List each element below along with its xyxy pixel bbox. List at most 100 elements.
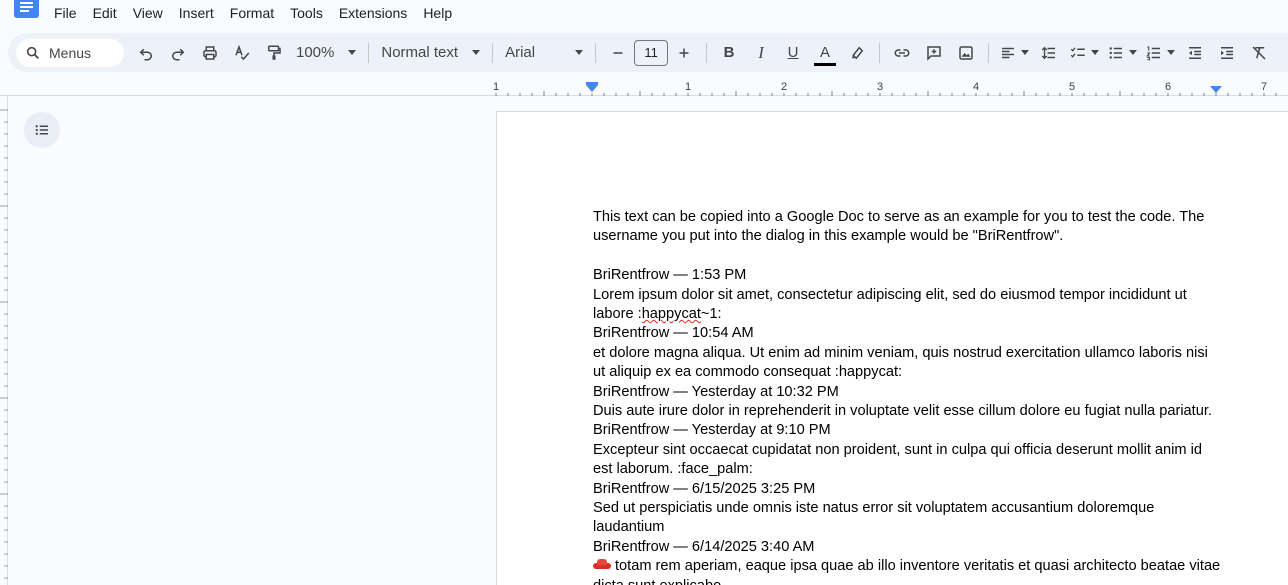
menu-extensions[interactable]: Extensions [331,0,415,26]
docs-logo[interactable] [14,0,39,18]
message-header: BriRentfrow — 10:54 AM [593,325,754,342]
horizontal-ruler[interactable]: 1 1 2 3 4 5 6 7 [0,78,1288,96]
underline-button[interactable]: U [777,39,809,67]
menu-tools[interactable]: Tools [282,0,331,26]
ruler-label: 3 [877,81,883,93]
italic-button[interactable]: I [745,39,777,67]
paint-format-icon [268,45,281,60]
outline-list-icon [35,125,48,135]
right-indent-marker[interactable] [1210,86,1222,93]
toolbar-divider [492,42,494,63]
toolbar-divider [368,42,370,63]
increase-font-size-button[interactable] [668,39,700,67]
bold-button[interactable]: B [713,39,745,67]
ruler-label: 2 [781,81,787,93]
message-header: BriRentfrow — 6/14/2025 3:40 AM [593,538,815,555]
undo-icon [139,48,152,60]
font-size-input[interactable]: 11 [634,39,669,66]
car-emoji-icon [593,559,611,571]
add-comment-icon [927,45,941,61]
clear-formatting-icon [1252,45,1266,60]
message-body: Duis aute irure dolor in reprehenderit i… [593,403,1212,420]
toolbar-divider [879,42,881,63]
message-body: totam rem aperiam, eaque ipsa quae ab il… [593,557,1223,585]
menu-format[interactable]: Format [222,0,282,26]
ruler-label: 1 [685,81,691,93]
style-value: Normal text [381,44,459,61]
toolbar: Menus 100% Normal text Arial 11 B I U A [8,33,1288,72]
message-body: et dolore magna aliqua. Ut enim ad minim… [593,344,1212,381]
style-select[interactable]: Normal text [375,39,486,67]
insert-image-button[interactable] [950,39,982,67]
plus-icon [679,48,689,57]
message-header: BriRentfrow — Yesterday at 9:10 PM [593,422,831,439]
doc-paragraph: This text can be copied into a Google Do… [593,209,1209,245]
checklist-button[interactable] [1065,39,1103,67]
ruler-ticks: 1 1 2 3 4 5 6 7 [493,81,1277,96]
chevron-down-icon [1021,50,1030,55]
misspelled-word: happycat [641,306,701,323]
document-body[interactable]: This text can be copied into a Google Do… [593,208,1223,585]
paint-format-button[interactable] [258,39,290,67]
message-header: BriRentfrow — 6/15/2025 3:25 PM [593,480,816,497]
align-button[interactable] [995,39,1033,67]
vertical-ruler[interactable] [0,96,8,585]
chevron-down-icon [348,50,357,55]
message-body: Sed ut perspiciatis unde omnis iste natu… [593,500,1159,536]
document-page[interactable]: This text can be copied into a Google Do… [496,111,1288,585]
line-spacing-button[interactable] [1033,39,1065,67]
insert-link-button[interactable] [886,39,918,67]
redo-button[interactable] [162,39,194,67]
bulleted-list-icon [1109,46,1123,59]
menu-view[interactable]: View [125,0,171,26]
vertical-ruler-ticks [0,109,8,579]
bulleted-list-button[interactable] [1103,39,1141,67]
increase-indent-icon [1221,46,1234,59]
left-indent-marker[interactable] [586,85,598,92]
message-text: totam rem aperiam, eaque ipsa quae ab il… [593,558,1221,585]
document-outline-button[interactable] [24,112,60,148]
redo-icon [172,48,185,60]
increase-indent-button[interactable] [1211,39,1243,67]
search-menus[interactable]: Menus [16,38,124,67]
link-icon [894,48,910,57]
chevron-down-icon [472,50,481,55]
chevron-down-icon [1167,50,1176,55]
font-select[interactable]: Arial [499,39,589,67]
decrease-indent-button[interactable] [1179,39,1211,67]
spellcheck-button[interactable] [226,39,258,67]
numbered-list-button[interactable] [1141,39,1179,67]
print-button[interactable] [194,39,226,67]
zoom-select[interactable]: 100% [290,39,362,67]
highlight-color-button[interactable] [841,39,873,67]
chevron-down-icon [1091,50,1100,55]
menu-edit[interactable]: Edit [85,0,125,26]
toolbar-divider [706,42,708,63]
menu-help[interactable]: Help [415,0,460,26]
decrease-indent-icon [1189,46,1202,59]
search-icon [26,46,39,59]
ruler-label: 7 [1261,81,1267,93]
undo-button[interactable] [130,39,162,67]
message-header: BriRentfrow — 1:53 PM [593,267,747,284]
chevron-down-icon [1129,50,1138,55]
clear-formatting-button[interactable] [1243,39,1275,67]
align-left-icon [1002,47,1015,58]
checklist-icon [1070,46,1085,58]
message-body: Lorem ipsum dolor sit amet, consectetur … [593,286,1223,325]
decrease-font-size-button[interactable] [602,39,634,67]
ruler-label: 5 [1069,81,1075,93]
first-line-indent-marker[interactable] [586,82,598,85]
toolbar-divider [595,42,597,63]
menu-insert[interactable]: Insert [171,0,222,26]
menu-file[interactable]: File [46,0,85,26]
spellcheck-icon [235,44,250,60]
ruler-label: 1 [493,81,499,93]
line-spacing-icon [1041,46,1056,59]
text-color-button[interactable]: A [809,39,841,67]
numbered-list-icon [1146,45,1161,60]
minus-icon [613,51,623,54]
message-text: ~1: [700,306,722,323]
add-comment-button[interactable] [918,39,950,67]
